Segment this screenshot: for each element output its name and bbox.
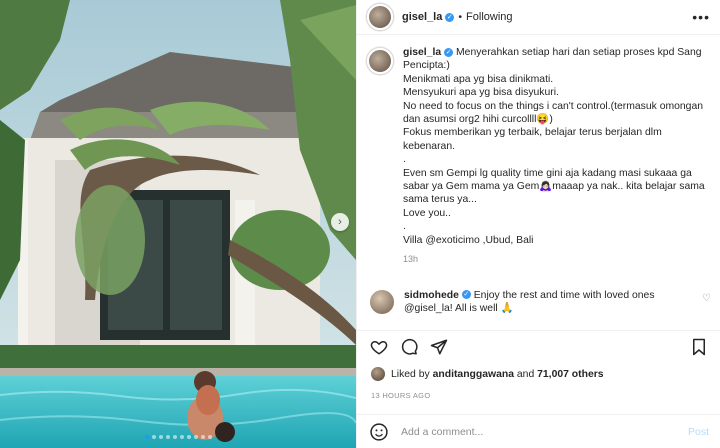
post-comment-button[interactable]: Post [688, 426, 709, 438]
likes-prefix: Liked by [391, 368, 430, 380]
author-username[interactable]: gisel_la [402, 11, 442, 23]
caption-line-10: Villa @exoticimo ,Ubud, Bali [403, 234, 534, 246]
comment-like-heart-icon[interactable]: ♡ [702, 293, 711, 316]
caption-line-2: Menikmati apa yg bisa dinikmati. [403, 73, 554, 85]
author-avatar[interactable] [367, 4, 393, 30]
verified-badge-icon: ✓ [461, 290, 471, 300]
caption-username[interactable]: gisel_la [403, 47, 441, 58]
heart-icon[interactable] [369, 337, 389, 357]
caption-line-8: Love you.. [403, 207, 451, 219]
caption-line-4: No need to focus on the things i can't c… [403, 100, 704, 126]
comment-icon[interactable] [399, 337, 419, 357]
caption-line-3: Mensyukuri apa yg bisa disyukuri. [403, 87, 559, 99]
caption-line-7: Even sm Gempi lg quality time gini aja k… [403, 167, 705, 206]
action-bar [357, 330, 720, 362]
add-comment-input[interactable]: Add a comment... [401, 426, 483, 438]
carousel-dot [207, 435, 212, 439]
carousel-dot [193, 435, 198, 439]
follow-status-button[interactable]: Following [466, 11, 512, 23]
caption-time[interactable]: 13h [403, 253, 711, 266]
post-panel: gisel_la ✓ • Following ••• gisel_la ✓ Men… [356, 0, 720, 448]
likes-summary: Liked by anditanggawana and 71,007 other… [371, 367, 604, 381]
post-photo[interactable]: › [0, 0, 356, 448]
liker-avatar[interactable] [371, 367, 385, 381]
likes-others-link[interactable]: 71,007 others [537, 369, 603, 380]
caption-body: gisel_la ✓ Menyerahkan setiap hari dan se… [403, 46, 711, 267]
carousel-dot [172, 435, 177, 439]
add-comment-bar: Add a comment... Post [357, 414, 720, 448]
carousel-dot [165, 435, 170, 439]
share-icon[interactable] [429, 337, 449, 357]
liker-username[interactable]: anditanggawana [433, 369, 514, 380]
caption-line-9: . [403, 221, 406, 233]
carousel-dot [151, 435, 156, 439]
verified-badge-icon: ✓ [445, 12, 455, 22]
commenter-avatar[interactable] [370, 289, 394, 314]
comment-body: sidmohede ✓ Enjoy the rest and time with … [404, 289, 694, 316]
posted-time[interactable]: 13 HOURS AGO [371, 391, 430, 400]
bookmark-icon[interactable] [689, 337, 709, 357]
carousel-dot [200, 435, 205, 439]
emoji-icon[interactable] [369, 422, 389, 442]
likes-conj: and [516, 368, 535, 380]
carousel-dots [0, 435, 356, 439]
caption-author-avatar[interactable] [367, 48, 393, 74]
verified-badge-icon: ✓ [444, 47, 454, 57]
comment-item: sidmohede ✓ Enjoy the rest and time with … [367, 289, 711, 316]
commenter-username[interactable]: sidmohede [404, 290, 459, 301]
caption-line-6: . [403, 154, 406, 166]
comments-scroll-area[interactable]: gisel_la ✓ Menyerahkan setiap hari dan se… [357, 36, 720, 323]
carousel-dot [158, 435, 163, 439]
caption-line-5: Fokus memberikan yg terbaik, belajar ter… [403, 127, 662, 152]
carousel-dot [186, 435, 191, 439]
carousel-dot [179, 435, 184, 439]
photo-scene [0, 0, 356, 448]
post-header: gisel_la ✓ • Following ••• [357, 0, 720, 35]
caption: gisel_la ✓ Menyerahkan setiap hari dan se… [367, 46, 711, 267]
more-options-icon[interactable]: ••• [692, 9, 710, 25]
carousel-dot [144, 435, 149, 439]
separator-dot: • [458, 11, 463, 23]
chevron-right-icon[interactable]: › [331, 213, 349, 231]
